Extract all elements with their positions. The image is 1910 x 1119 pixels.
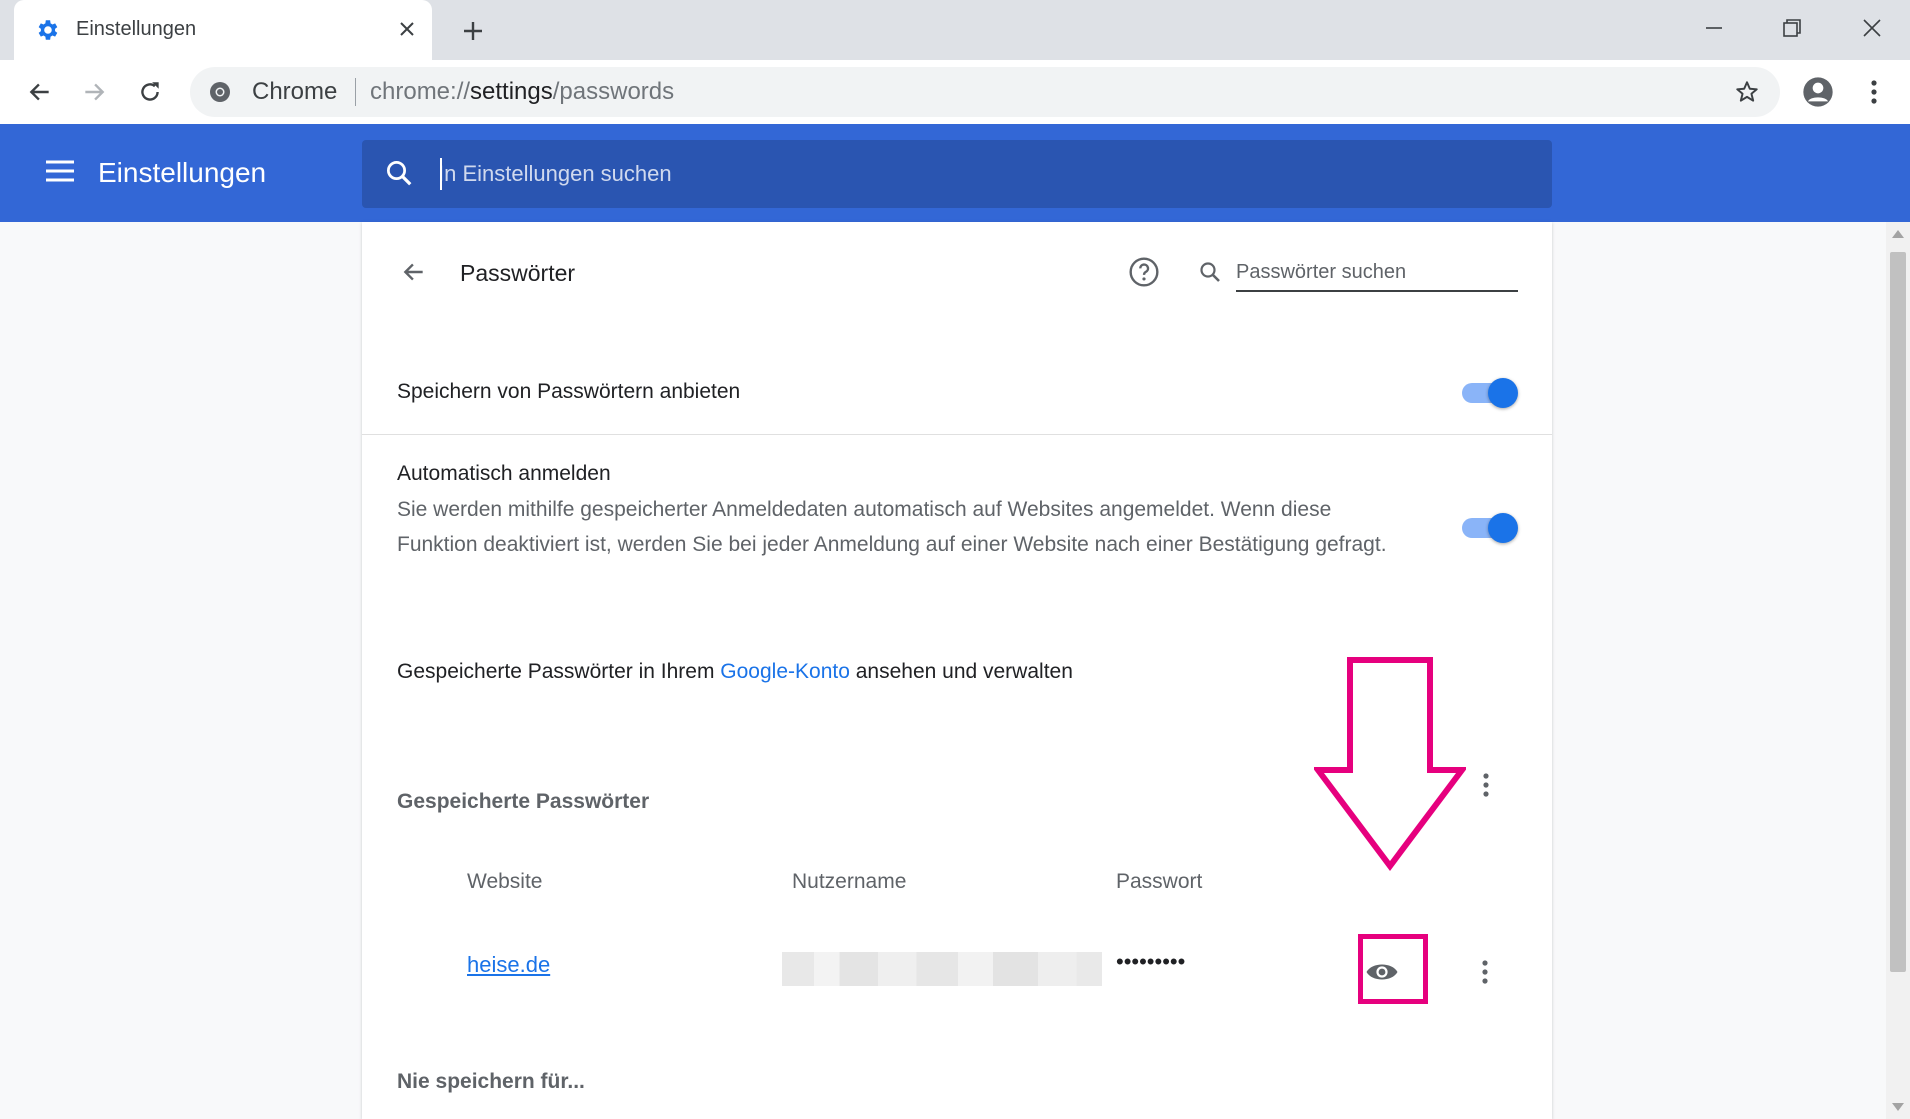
- toggle-knob: [1488, 513, 1518, 543]
- column-header-username: Nutzername: [792, 870, 907, 893]
- eye-highlight-box: [1358, 934, 1428, 1004]
- url-scheme: chrome://: [370, 78, 471, 105]
- saved-passwords-heading: Gespeicherte Passwörter: [397, 790, 650, 813]
- plus-icon[interactable]: [456, 14, 490, 48]
- offer-to-save-toggle[interactable]: [1462, 375, 1518, 409]
- back-arrow-icon[interactable]: [394, 252, 434, 292]
- address-bar[interactable]: Chrome chrome://settings/passwords: [190, 67, 1780, 117]
- star-icon[interactable]: [1732, 77, 1762, 107]
- password-masked: •••••••••: [1116, 949, 1186, 974]
- close-icon[interactable]: [392, 14, 422, 44]
- google-account-link[interactable]: Google-Konto: [720, 660, 850, 683]
- settings-search-box[interactable]: [362, 140, 1552, 208]
- column-header-password: Passwort: [1116, 870, 1203, 893]
- url-path: /passwords: [552, 78, 675, 105]
- restore-icon[interactable]: [1770, 8, 1814, 48]
- google-account-text: Gespeicherte Passwörter in Ihrem Google-…: [397, 660, 1073, 684]
- username-blurred: [782, 952, 1102, 986]
- reload-icon[interactable]: [130, 72, 170, 112]
- scroll-down-arrow-icon[interactable]: [1892, 1103, 1904, 1111]
- search-icon: [1196, 258, 1224, 286]
- page-scrollbar[interactable]: [1886, 222, 1910, 1119]
- toggle-knob: [1488, 378, 1518, 408]
- password-search-input[interactable]: [1236, 254, 1518, 292]
- gear-icon: [34, 17, 60, 43]
- chrome-icon: [208, 80, 232, 104]
- account-icon[interactable]: [1798, 72, 1838, 112]
- settings-title: Einstellungen: [98, 157, 267, 188]
- auto-signin-label: Automatisch anmelden: [397, 462, 611, 485]
- saved-passwords-menu-kebab-icon[interactable]: [1471, 765, 1501, 805]
- auto-signin-toggle[interactable]: [1462, 510, 1518, 544]
- help-icon[interactable]: [1126, 254, 1162, 290]
- browser-toolbar: Chrome chrome://settings/passwords: [0, 60, 1910, 124]
- omnibox-separator: [355, 78, 356, 106]
- offer-to-save-label: Speichern von Passwörtern anbieten: [397, 380, 741, 403]
- text-caret: [440, 158, 442, 190]
- tab-settings[interactable]: Einstellungen: [14, 0, 432, 60]
- settings-search-input[interactable]: [438, 156, 1338, 192]
- arrow-down-annotation: [1314, 657, 1466, 871]
- tab-title: Einstellungen: [76, 18, 197, 40]
- page-title: Passwörter: [460, 260, 576, 286]
- url-host: settings: [470, 78, 553, 105]
- window-close-icon[interactable]: [1850, 8, 1894, 48]
- settings-header: Einstellungen: [0, 124, 1910, 222]
- website-link[interactable]: heise.de: [467, 952, 550, 978]
- back-icon[interactable]: [20, 72, 60, 112]
- omnibox-chip-label: Chrome: [252, 78, 338, 105]
- auto-signin-description: Sie werden mithilfe gespeicherter Anmeld…: [397, 498, 1387, 556]
- column-header-website: Website: [467, 870, 543, 893]
- minimize-icon[interactable]: [1692, 8, 1736, 48]
- google-account-text-before: Gespeicherte Passwörter in Ihrem: [397, 660, 721, 683]
- scroll-up-arrow-icon[interactable]: [1892, 230, 1904, 238]
- divider: [362, 434, 1552, 435]
- forward-icon[interactable]: [74, 72, 114, 112]
- scroll-thumb[interactable]: [1890, 252, 1906, 972]
- url-text: chrome://settings/passwords: [370, 78, 674, 106]
- row-menu-kebab-icon[interactable]: [1470, 952, 1500, 992]
- kebab-icon[interactable]: [1854, 72, 1894, 112]
- search-icon: [384, 158, 416, 190]
- never-saved-heading: Nie speichern für...: [397, 1070, 585, 1093]
- google-account-text-after: ansehen und verwalten: [849, 660, 1073, 683]
- hamburger-icon[interactable]: [42, 153, 78, 189]
- title-bar: Einstellungen: [0, 0, 1910, 60]
